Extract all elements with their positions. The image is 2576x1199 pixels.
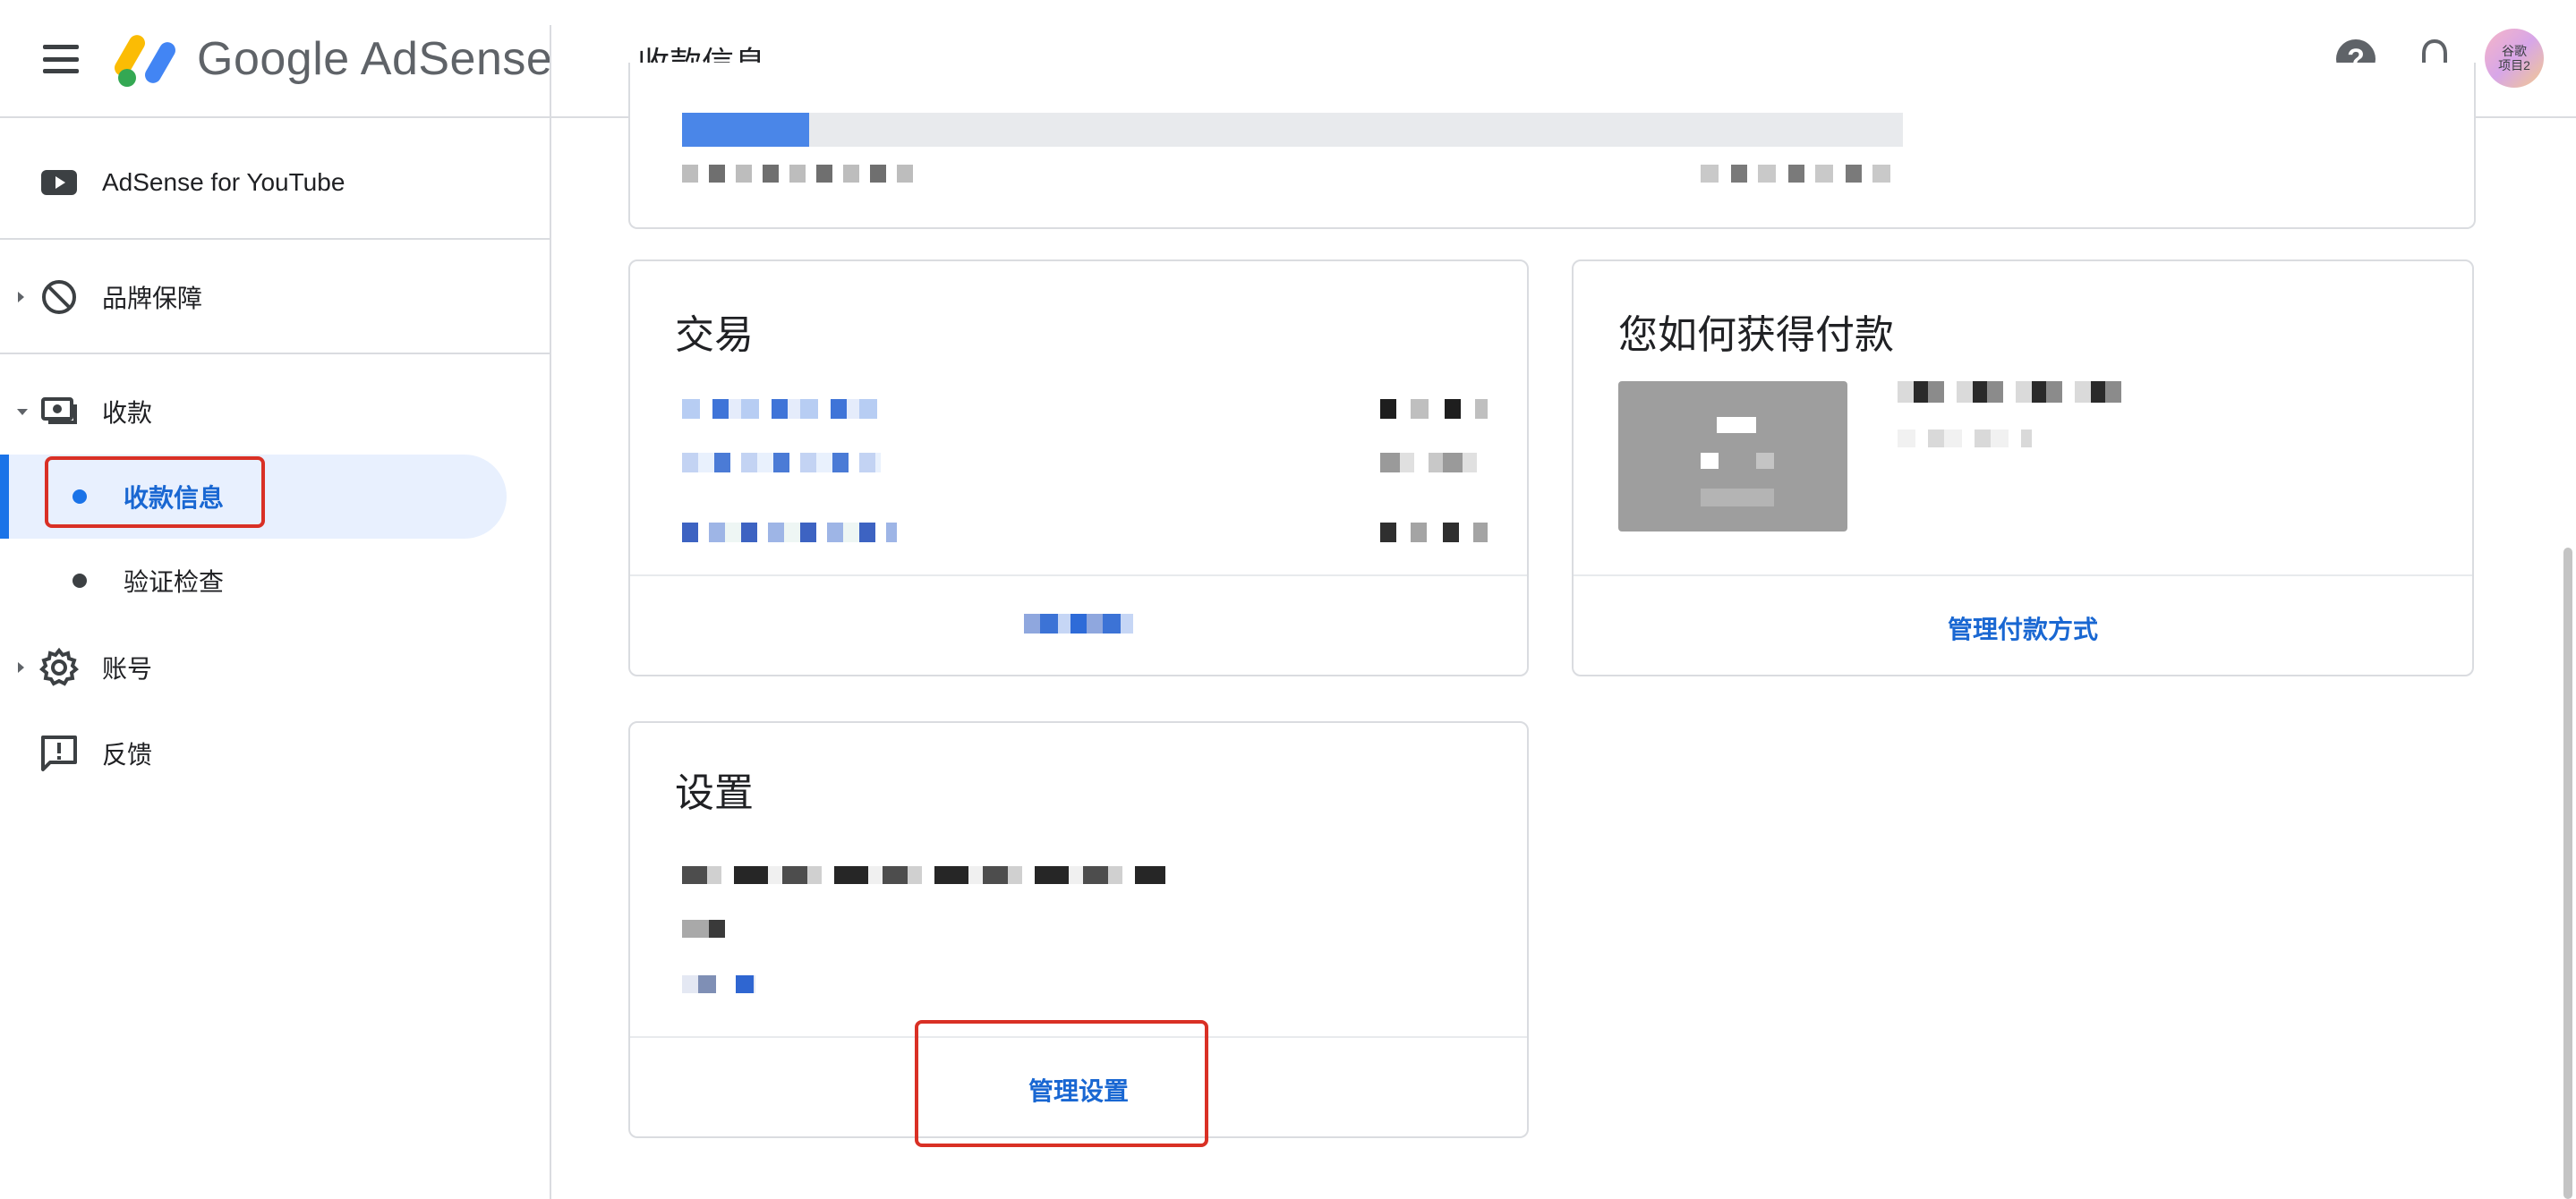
block-icon: [42, 280, 76, 314]
progress-track: [682, 113, 1903, 147]
sidebar: AdSense for YouTube 品牌保障 收款 收款信息 验证检查 账号…: [0, 118, 551, 1199]
sidebar-item-label: 账号: [102, 655, 153, 683]
card-title: 您如何获得付款: [1618, 313, 1894, 357]
redacted-text: [1701, 165, 1903, 183]
redacted-text: [682, 165, 915, 183]
redacted-text: [682, 920, 736, 938]
scrollbar-thumb[interactable]: [2563, 548, 2572, 1199]
feedback-icon: [41, 736, 77, 771]
sidebar-subitem-verification[interactable]: 验证检查: [0, 539, 507, 623]
redacted-text: [682, 453, 881, 472]
redacted-text: [1380, 453, 1488, 472]
expand-caret-icon: [18, 292, 24, 302]
menu-icon-line: [43, 56, 79, 62]
collapse-caret-icon: [17, 408, 28, 415]
redacted-text: [682, 523, 897, 542]
expand-caret-icon: [18, 662, 24, 673]
sidebar-divider: [0, 238, 550, 240]
card-title: 交易: [675, 313, 754, 357]
adsense-logo[interactable]: Google AdSense: [115, 27, 552, 91]
menu-icon-line: [43, 45, 79, 49]
redacted-text: [1380, 399, 1488, 419]
sidebar-item-payments[interactable]: 收款: [0, 376, 550, 447]
menu-icon-line: [43, 69, 79, 73]
sidebar-item-feedback[interactable]: 反馈: [0, 718, 550, 789]
card-divider: [1574, 574, 2472, 576]
redacted-text: [682, 399, 881, 419]
sidebar-item-label: AdSense for YouTube: [102, 168, 345, 196]
redacted-text: [682, 975, 755, 993]
youtube-icon: [41, 170, 77, 195]
avatar-text: 谷歌: [2502, 44, 2527, 58]
sidebar-subitem-label: 收款信息: [124, 484, 225, 512]
sidebar-divider: [0, 353, 550, 354]
card-divider: [630, 1036, 1527, 1038]
payment-method-card: 您如何获得付款 管理付款方式: [1572, 259, 2474, 676]
balance-card: [628, 63, 2476, 229]
transactions-card: 交易: [628, 259, 1529, 676]
sidebar-subitem-label: 验证检查: [124, 568, 225, 596]
gear-icon: [39, 648, 79, 686]
logo-text: Google AdSense: [197, 33, 553, 85]
topbar-divider: [550, 25, 551, 118]
payments-icon: [41, 397, 77, 424]
redacted-link[interactable]: [1024, 614, 1133, 634]
card-title: 设置: [675, 771, 754, 815]
sidebar-item-label: 收款: [102, 399, 153, 427]
avatar-text: 项目2: [2498, 58, 2530, 72]
redacted-text: [1380, 523, 1488, 542]
progress-fill: [682, 113, 809, 147]
sidebar-item-label: 品牌保障: [102, 285, 203, 312]
manage-settings-link[interactable]: 管理设置: [630, 1072, 1527, 1108]
payment-method-image: [1618, 381, 1847, 531]
sidebar-item-brand-safety[interactable]: 品牌保障: [0, 261, 550, 333]
redacted-text: [1898, 381, 2132, 403]
account-avatar[interactable]: 谷歌 项目2: [2485, 29, 2544, 88]
bullet-dot-icon: [73, 574, 87, 588]
settings-card: 设置 管理设置: [628, 721, 1529, 1138]
main-menu-button[interactable]: [36, 39, 86, 79]
redacted-text: [1898, 429, 2032, 447]
sidebar-item-account[interactable]: 账号: [0, 632, 550, 703]
manage-payment-methods-link[interactable]: 管理付款方式: [1574, 610, 2472, 646]
sidebar-item-adsense-for-youtube[interactable]: AdSense for YouTube: [0, 147, 550, 218]
sidebar-subitem-payments-info[interactable]: 收款信息: [0, 455, 507, 539]
sidebar-item-label: 反馈: [102, 741, 153, 769]
redacted-text: [682, 866, 1165, 884]
bullet-dot-icon: [73, 489, 87, 504]
card-divider: [630, 574, 1527, 576]
adsense-logo-icon: [115, 35, 175, 87]
